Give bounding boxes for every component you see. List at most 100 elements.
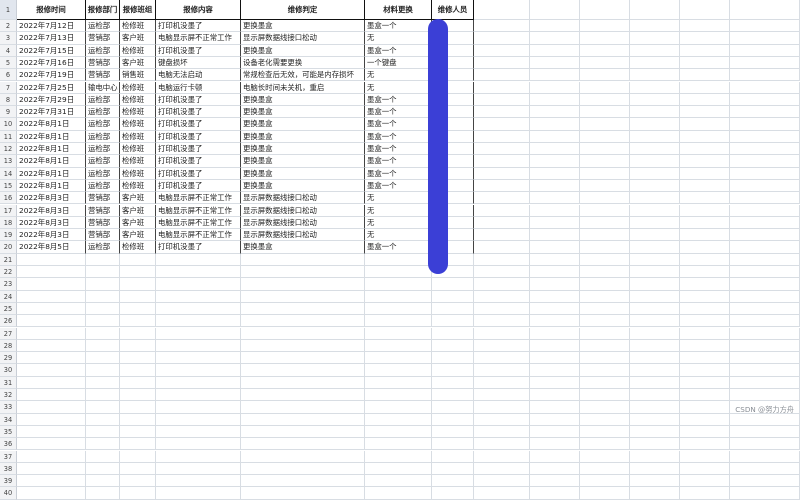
empty-cell[interactable]: [680, 0, 730, 20]
column-header-cell[interactable]: 报修班组: [120, 0, 156, 20]
empty-cell[interactable]: [474, 253, 530, 266]
empty-cell[interactable]: [680, 204, 730, 217]
table-cell[interactable]: 检修班: [120, 44, 156, 57]
table-cell[interactable]: 2022年7月29日: [17, 93, 86, 107]
row-header[interactable]: 28: [0, 339, 17, 353]
table-cell[interactable]: 营销部: [86, 69, 120, 82]
table-cell[interactable]: 营销部: [86, 32, 120, 45]
empty-cell[interactable]: [474, 302, 530, 316]
table-cell[interactable]: 2022年8月1日: [17, 167, 86, 180]
empty-cell[interactable]: [580, 204, 630, 217]
table-cell[interactable]: 运检部: [86, 143, 120, 156]
empty-cell[interactable]: [680, 241, 730, 254]
table-cell[interactable]: 销售班: [120, 69, 156, 82]
row-header[interactable]: 26: [0, 315, 17, 328]
table-cell[interactable]: 电脑显示屏不正常工作: [156, 204, 241, 217]
table-cell[interactable]: 更换墨盒: [241, 143, 365, 156]
empty-cell[interactable]: [530, 93, 580, 107]
empty-cell[interactable]: [86, 266, 120, 279]
empty-cell[interactable]: [474, 93, 530, 107]
empty-cell[interactable]: [580, 229, 630, 242]
table-cell[interactable]: 输电中心: [86, 81, 120, 94]
empty-cell[interactable]: [630, 130, 680, 143]
row-header[interactable]: 27: [0, 327, 17, 340]
empty-cell[interactable]: [474, 106, 530, 119]
empty-cell[interactable]: [530, 167, 580, 180]
empty-cell[interactable]: [156, 278, 241, 291]
table-cell[interactable]: 营销部: [86, 229, 120, 242]
row-header[interactable]: 8: [0, 93, 17, 107]
table-cell[interactable]: 电脑显示屏不正常工作: [156, 192, 241, 205]
empty-cell[interactable]: [156, 253, 241, 266]
empty-cell[interactable]: [730, 438, 800, 451]
row-header[interactable]: 6: [0, 69, 17, 82]
empty-cell[interactable]: [730, 32, 800, 45]
row-header[interactable]: 24: [0, 290, 17, 303]
empty-cell[interactable]: [474, 462, 530, 476]
empty-cell[interactable]: [580, 192, 630, 205]
empty-cell[interactable]: [730, 167, 800, 180]
table-cell[interactable]: 2022年7月25日: [17, 81, 86, 94]
empty-cell[interactable]: [630, 290, 680, 303]
empty-cell[interactable]: [432, 462, 474, 476]
table-cell[interactable]: 客户班: [120, 204, 156, 217]
empty-cell[interactable]: [680, 192, 730, 205]
table-cell[interactable]: 运检部: [86, 155, 120, 168]
empty-cell[interactable]: [365, 376, 432, 389]
empty-cell[interactable]: [474, 241, 530, 254]
column-header-cell[interactable]: 维修人员: [432, 0, 474, 20]
table-cell[interactable]: 打印机没墨了: [156, 130, 241, 143]
empty-cell[interactable]: [156, 462, 241, 476]
empty-cell[interactable]: [474, 487, 530, 500]
table-cell[interactable]: 打印机没墨了: [156, 118, 241, 131]
empty-cell[interactable]: [17, 462, 86, 476]
table-cell[interactable]: 2022年8月1日: [17, 118, 86, 131]
empty-cell[interactable]: [530, 401, 580, 414]
empty-cell[interactable]: [17, 450, 86, 463]
table-cell[interactable]: 2022年8月3日: [17, 192, 86, 205]
empty-cell[interactable]: [432, 487, 474, 500]
empty-cell[interactable]: [241, 315, 365, 328]
empty-cell[interactable]: [730, 216, 800, 230]
empty-cell[interactable]: [120, 376, 156, 389]
empty-cell[interactable]: [432, 401, 474, 414]
empty-cell[interactable]: [580, 118, 630, 131]
empty-cell[interactable]: [580, 401, 630, 414]
table-cell[interactable]: 打印机没墨了: [156, 179, 241, 193]
empty-cell[interactable]: [680, 315, 730, 328]
empty-cell[interactable]: [365, 302, 432, 316]
empty-cell[interactable]: [86, 339, 120, 353]
table-cell[interactable]: 运检部: [86, 93, 120, 107]
empty-cell[interactable]: [474, 69, 530, 82]
empty-cell[interactable]: [156, 290, 241, 303]
empty-cell[interactable]: [630, 450, 680, 463]
empty-cell[interactable]: [530, 143, 580, 156]
table-cell[interactable]: 2022年8月3日: [17, 229, 86, 242]
empty-cell[interactable]: [680, 20, 730, 33]
empty-cell[interactable]: [474, 32, 530, 45]
empty-cell[interactable]: [680, 93, 730, 107]
table-cell[interactable]: 无: [365, 69, 432, 82]
empty-cell[interactable]: [630, 462, 680, 476]
table-cell[interactable]: 一个键盘: [365, 56, 432, 70]
empty-cell[interactable]: [474, 327, 530, 340]
table-cell[interactable]: 营销部: [86, 192, 120, 205]
row-header[interactable]: 39: [0, 475, 17, 488]
empty-cell[interactable]: [474, 167, 530, 180]
row-header[interactable]: 7: [0, 81, 17, 94]
table-cell[interactable]: 墨盒一个: [365, 106, 432, 119]
empty-cell[interactable]: [120, 450, 156, 463]
empty-cell[interactable]: [530, 106, 580, 119]
table-cell[interactable]: 营销部: [86, 216, 120, 230]
empty-cell[interactable]: [86, 413, 120, 426]
empty-cell[interactable]: [630, 438, 680, 451]
row-header[interactable]: 14: [0, 167, 17, 180]
row-header[interactable]: 19: [0, 229, 17, 242]
empty-cell[interactable]: [730, 266, 800, 279]
empty-cell[interactable]: [530, 253, 580, 266]
empty-cell[interactable]: [630, 204, 680, 217]
empty-cell[interactable]: [580, 179, 630, 193]
empty-cell[interactable]: [365, 425, 432, 439]
empty-cell[interactable]: [630, 413, 680, 426]
empty-cell[interactable]: [365, 278, 432, 291]
